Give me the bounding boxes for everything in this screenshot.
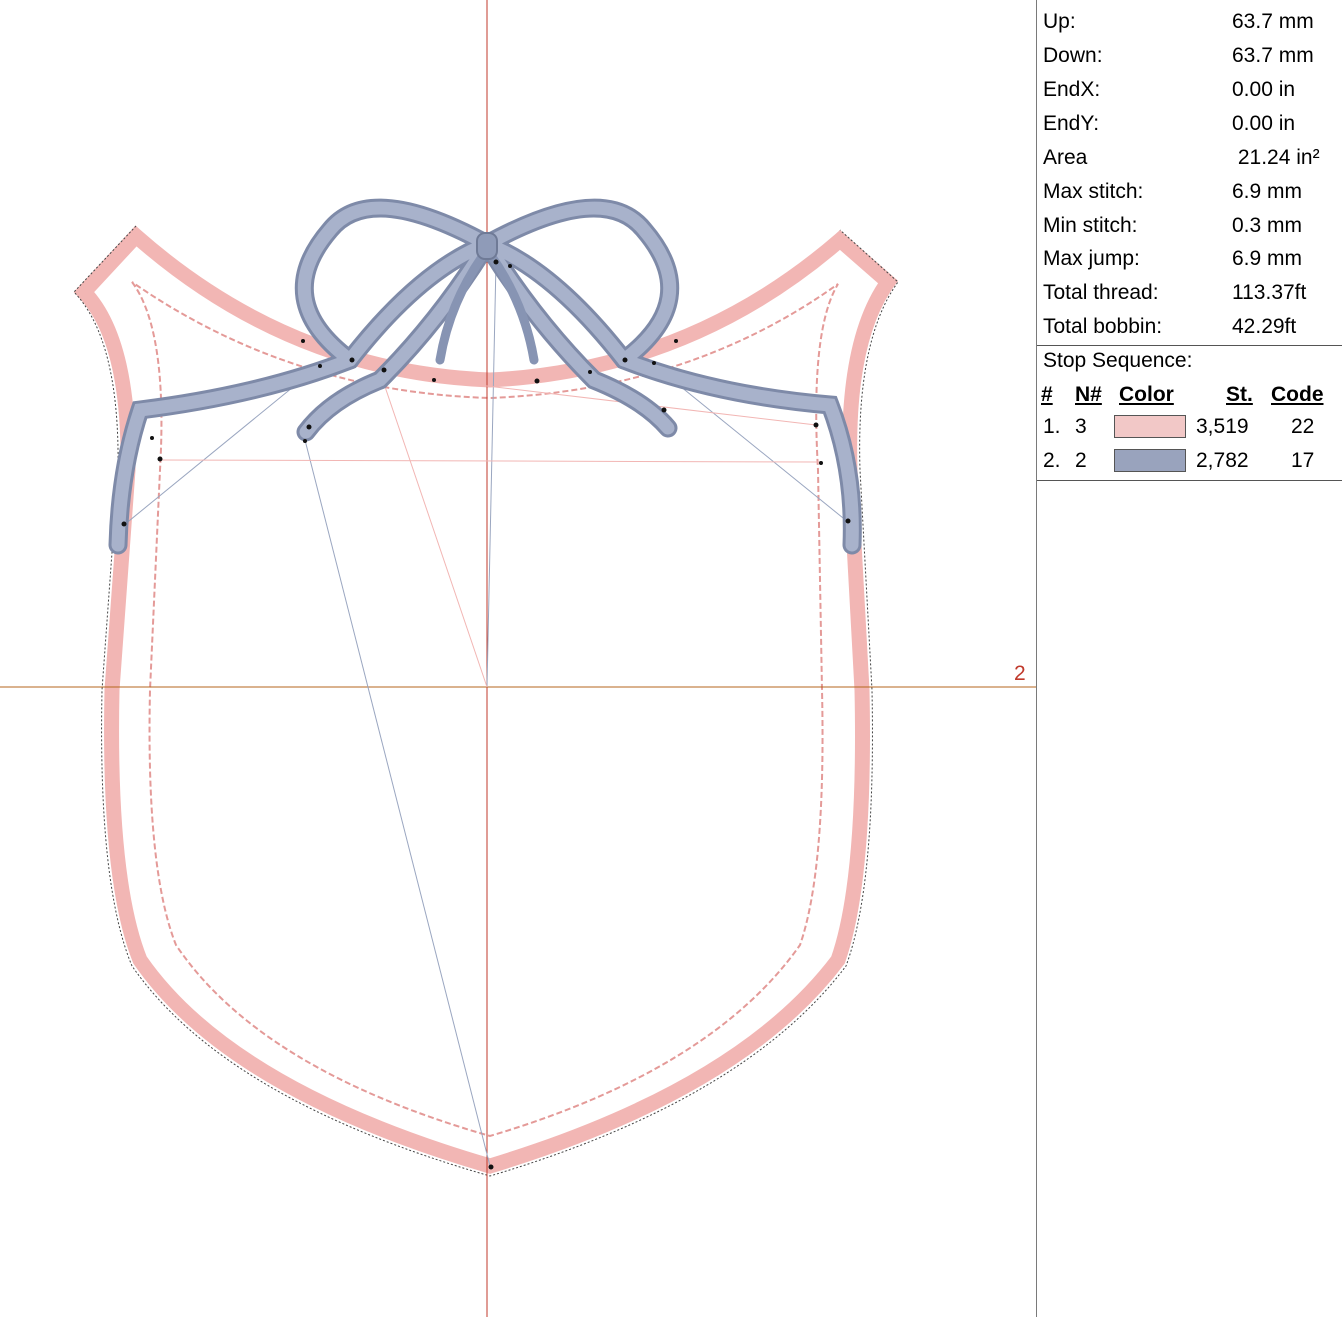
stat-value: 63.7 mm [1232, 44, 1314, 67]
stat-value: 6.9 mm [1232, 247, 1303, 270]
stat-label: Down: [1043, 44, 1103, 67]
embroidery-design [0, 0, 1036, 1317]
color-swatch[interactable] [1114, 449, 1186, 472]
stat-up: Up: 63.7 mm [1043, 5, 1342, 39]
stat-label: Max jump: [1043, 247, 1140, 270]
stat-label: Min stitch: [1043, 214, 1138, 237]
row-index: 1. [1043, 415, 1061, 438]
color-swatch[interactable] [1114, 415, 1186, 438]
stat-min-stitch: Min stitch: 0.3 mm [1043, 209, 1342, 243]
stat-value: 21.24 in² [1232, 146, 1320, 169]
row-code: 22 [1291, 415, 1315, 438]
stat-total-thread: Total thread: 113.37ft [1043, 276, 1342, 310]
shield-outer-border [73, 225, 899, 1174]
col-header-stitches: St. [1226, 383, 1253, 406]
stat-label: Total bobbin: [1043, 315, 1163, 338]
stat-value: 63.7 mm [1232, 10, 1314, 33]
stat-label: Up: [1043, 10, 1076, 33]
stat-label: Area [1043, 146, 1088, 169]
design-canvas[interactable]: 2 [0, 0, 1036, 1317]
stat-value: 0.00 in [1232, 112, 1296, 135]
col-header-code: Code [1271, 383, 1324, 406]
design-info-panel: Up: 63.7 mm Down: 63.7 mm EndX: 0.00 in … [1036, 0, 1342, 1317]
stat-label: Total thread: [1043, 281, 1159, 304]
stat-value: 113.37ft [1232, 281, 1307, 304]
row-stitches: 2,782 [1196, 449, 1249, 472]
row-needle: 2 [1075, 449, 1087, 472]
stat-value: 0.3 mm [1232, 214, 1303, 237]
col-header-color: Color [1119, 383, 1174, 406]
stat-value: 0.00 in [1232, 78, 1296, 101]
stat-total-bobbin: Total bobbin: 42.29ft [1043, 310, 1342, 344]
stat-down: Down: 63.7 mm [1043, 39, 1342, 73]
col-header-index: # [1041, 383, 1053, 406]
stat-value: 42.29ft [1232, 315, 1297, 338]
stop-sequence-title: Stop Sequence: [1043, 349, 1193, 372]
stat-max-jump: Max jump: 6.9 mm [1043, 242, 1342, 276]
stat-label: EndY: [1043, 112, 1100, 135]
stat-endx: EndX: 0.00 in [1043, 73, 1342, 107]
row-index: 2. [1043, 449, 1061, 472]
row-code: 17 [1291, 449, 1315, 472]
axis-marker-label: 2 [1014, 662, 1026, 685]
stat-label: Max stitch: [1043, 180, 1144, 203]
row-needle: 3 [1075, 415, 1087, 438]
stat-endy: EndY: 0.00 in [1043, 107, 1342, 141]
stat-value: 6.9 mm [1232, 180, 1303, 203]
row-stitches: 3,519 [1196, 415, 1249, 438]
stat-label: EndX: [1043, 78, 1101, 101]
stat-area: Area 21.24 in² [1043, 141, 1342, 175]
shield-inner-line [131, 281, 839, 1138]
stat-max-stitch: Max stitch: 6.9 mm [1043, 175, 1342, 209]
col-header-needle: N# [1075, 383, 1102, 406]
divider [1037, 480, 1342, 481]
